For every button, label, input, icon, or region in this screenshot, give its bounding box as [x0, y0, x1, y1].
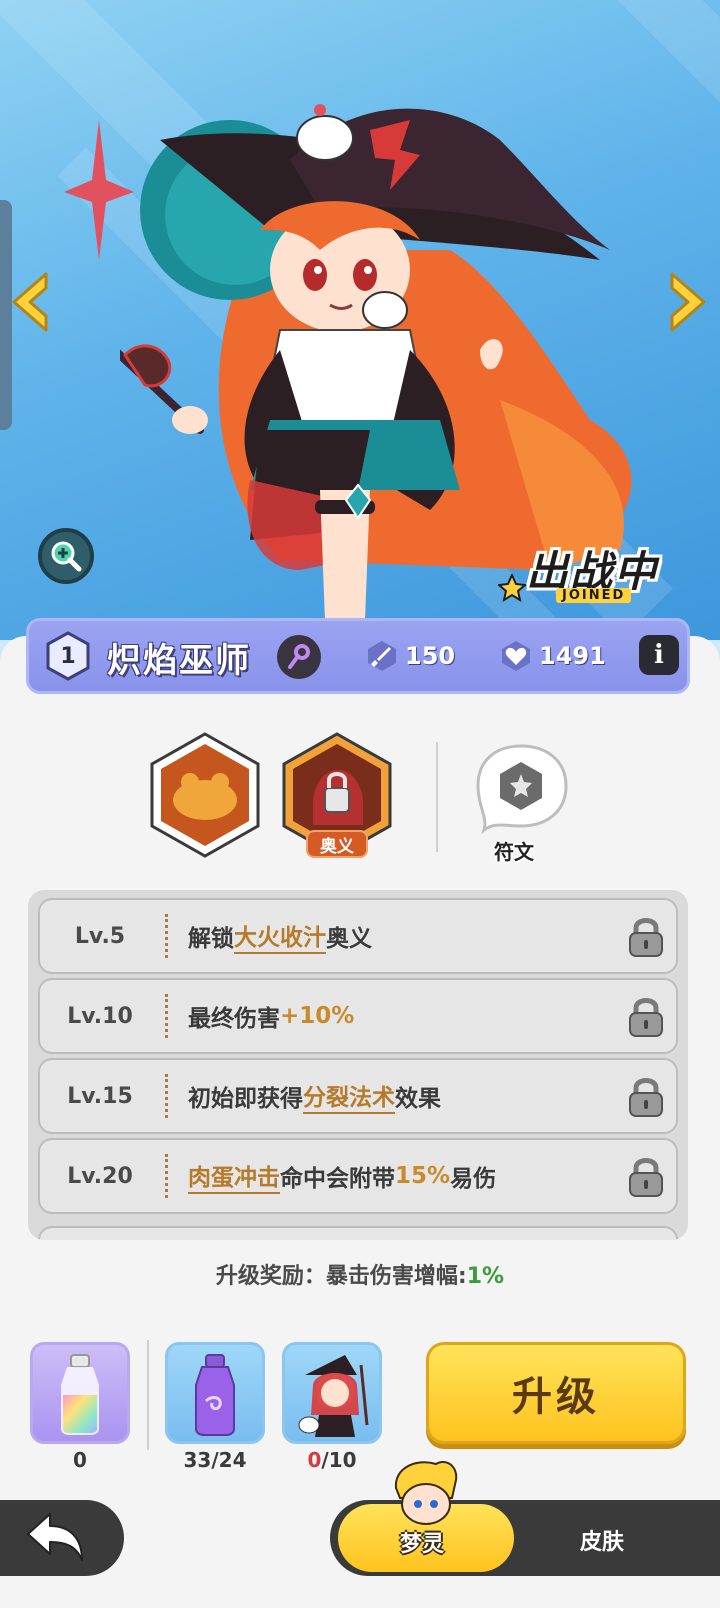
tab-lingling-label: 梦灵 — [400, 1532, 445, 1557]
mage-staff-icon — [288, 644, 310, 669]
reward-label: 升级奖励：暴击伤害增幅: — [215, 1264, 467, 1289]
level-row-partial — [38, 1226, 678, 1240]
level-row: Lv.15 初始即获得 分裂法术 效果 — [38, 1058, 678, 1134]
level-description: 解锁 大火收汁 奥义 — [188, 900, 372, 972]
back-arrow-icon — [27, 1513, 83, 1561]
level-description: 肉蛋冲击 命中会附带 15% 易伤 — [188, 1140, 496, 1212]
magnifier-plus-icon — [51, 541, 82, 572]
ultimate-label: 奥义 — [306, 830, 368, 858]
item-purple-potion[interactable] — [165, 1342, 265, 1444]
level-tag: Lv.5 — [74, 923, 126, 949]
level-description: 最终伤害 +10% — [188, 980, 354, 1052]
info-button[interactable]: i — [639, 635, 679, 675]
mascot-icon — [394, 1461, 458, 1525]
skill-slot-ultimate[interactable]: 奥义 — [278, 730, 396, 860]
lock-icon — [629, 1078, 663, 1117]
desc-highlight: 肉蛋冲击 — [188, 1158, 280, 1194]
level-tag: Lv.10 — [67, 1003, 133, 1029]
desc-text: 效果 — [395, 1086, 441, 1112]
desc-text: 解锁 — [188, 926, 234, 952]
zoom-in-button[interactable] — [38, 528, 94, 584]
level-row: Lv.20 肉蛋冲击 命中会附带 15% 易伤 — [38, 1138, 678, 1214]
hero-shard-icon — [298, 1355, 369, 1437]
desc-number: 15% — [395, 1163, 451, 1189]
hp-stat: 1491 — [499, 639, 606, 673]
star-icon — [498, 574, 526, 602]
desc-text: 最终伤害 — [188, 1006, 280, 1032]
item-have: 0 — [307, 1448, 322, 1472]
prev-hero-arrow-icon[interactable] — [8, 270, 54, 334]
item-count: 33/24 — [183, 1448, 247, 1472]
attack-stat: 150 — [365, 639, 455, 673]
sword-icon — [368, 641, 396, 671]
desc-text: 命中会附带 — [280, 1166, 395, 1192]
rune-label: 符文 — [494, 840, 534, 864]
desc-text: 奥义 — [326, 926, 372, 952]
deployed-badge: 出战中 JOINED — [498, 534, 684, 614]
frog-skill-icon — [150, 732, 260, 858]
dotted-divider — [165, 1154, 168, 1198]
level-tag: Lv.20 — [67, 1163, 133, 1189]
deployed-subtext: JOINED — [556, 588, 632, 603]
item-need: /10 — [321, 1448, 357, 1472]
class-badge[interactable] — [277, 635, 321, 679]
level-unlock-list[interactable]: Lv.5 解锁 大火收汁 奥义 Lv.10 最终伤害 +10% Lv.15 初始即获得… — [28, 890, 688, 1240]
reward-value: 1% — [466, 1264, 505, 1289]
divider — [147, 1340, 149, 1450]
item-count: 0 — [73, 1448, 87, 1472]
desc-text: 易伤 — [450, 1166, 497, 1192]
dotted-divider — [165, 994, 168, 1038]
hero-level-badge: 1 — [43, 631, 93, 681]
level-row: Lv.10 最终伤害 +10% — [38, 978, 678, 1054]
attack-value: 150 — [405, 642, 456, 670]
desc-highlight: 大火收汁 — [234, 918, 326, 954]
lock-icon — [629, 998, 663, 1037]
hp-value: 1491 — [539, 642, 606, 670]
desc-text: 初始即获得 — [188, 1086, 303, 1112]
divider — [436, 742, 438, 852]
lock-icon — [629, 1158, 663, 1197]
item-rainbow-bottle[interactable] — [30, 1342, 130, 1444]
desc-highlight: 分裂法术 — [303, 1078, 395, 1114]
level-tag: Lv.15 — [67, 1083, 133, 1109]
next-hero-arrow-icon[interactable] — [664, 270, 710, 334]
hero-level: 1 — [60, 643, 76, 669]
level-description: 初始即获得 分裂法术 效果 — [188, 1060, 441, 1132]
level-row: Lv.5 解锁 大火收汁 奥义 — [38, 898, 678, 974]
skill-slot-passive[interactable] — [146, 730, 264, 860]
side-drawer-handle[interactable] — [0, 200, 12, 430]
hero-name-bar: 1 炽焰巫师 150 1491 i — [26, 618, 690, 694]
rune-hexagon-icon — [476, 744, 568, 835]
tab-skin[interactable]: 皮肤 — [580, 1524, 624, 1556]
item-hero-shard[interactable] — [282, 1342, 382, 1444]
dotted-divider — [165, 1074, 168, 1118]
lock-icon — [629, 918, 663, 957]
rainbow-bottle-icon — [61, 1354, 99, 1435]
upgrade-reward: 升级奖励：暴击伤害增幅:1% — [0, 1258, 720, 1290]
heart-icon — [502, 641, 530, 671]
desc-number: +10% — [280, 1003, 355, 1029]
back-button[interactable] — [0, 1500, 124, 1576]
upgrade-button[interactable]: 升级 — [426, 1342, 686, 1444]
item-count: 0/10 — [282, 1448, 382, 1472]
hero-name: 炽焰巫师 — [107, 641, 251, 681]
dotted-divider — [165, 914, 168, 958]
purple-potion-icon — [195, 1354, 235, 1436]
rune-slot[interactable]: 符文 — [466, 740, 576, 864]
